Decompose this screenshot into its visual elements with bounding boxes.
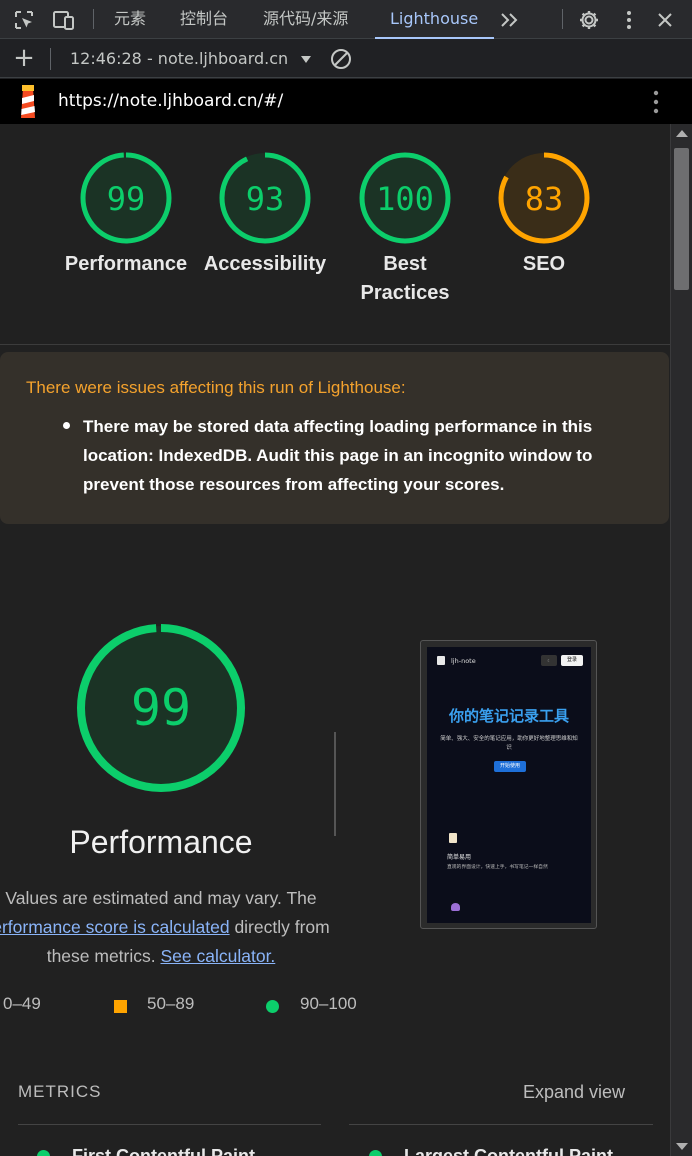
tab-elements[interactable]: 元素	[114, 0, 146, 38]
scroll-up-arrow-icon[interactable]	[676, 130, 688, 137]
see-calculator-link[interactable]: See calculator.	[161, 946, 276, 966]
score-calculated-link[interactable]: erformance score is calculated	[0, 917, 230, 937]
performance-score-large: 99	[131, 679, 191, 737]
toolbar-divider	[93, 9, 94, 29]
accessibility-label: Accessibility	[203, 253, 327, 275]
fcp-pass-icon	[37, 1150, 50, 1156]
legend-average-square-icon	[114, 1000, 127, 1013]
more-vert-icon[interactable]	[617, 8, 641, 32]
performance-desc-line1: Values are estimated and may vary. The	[5, 888, 317, 908]
clear-icon[interactable]	[330, 48, 352, 70]
warning-bullet	[63, 422, 70, 429]
accessibility-gauge-ring: 93	[219, 152, 311, 244]
gauge-best-practices[interactable]: 100 Best Practices	[340, 150, 470, 308]
inspect-element-icon[interactable]	[12, 8, 36, 32]
lcp-pass-icon	[369, 1150, 382, 1156]
metrics-divider-left	[18, 1124, 321, 1125]
legend-fail: 0–49	[3, 994, 41, 1013]
report-url[interactable]: https://note.ljhboard.cn/#/	[58, 79, 283, 124]
metric-fcp: First Contentful Paint	[72, 1146, 255, 1156]
document-icon	[449, 833, 457, 843]
performance-score: 99	[107, 180, 146, 218]
warning-title: There were issues affecting this run of …	[26, 378, 406, 397]
feature-title: 简单易用	[447, 854, 472, 861]
get-started-button: 开始使用	[494, 761, 526, 772]
theme-toggle-button: ☾	[541, 655, 557, 666]
best-practices-label: Best Practices	[340, 250, 470, 308]
performance-desc-line2: directly from	[229, 917, 330, 937]
best-practices-score: 100	[376, 180, 434, 218]
tab-console[interactable]: 控制台	[180, 0, 228, 38]
scrollbar-thumb[interactable]	[674, 148, 689, 290]
best-practices-gauge-ring: 100	[359, 152, 451, 244]
feature-desc: 直观的界面设计，快速上手，书写笔记一样自然	[447, 865, 548, 870]
toolbar-divider	[562, 9, 563, 29]
performance-title: Performance	[69, 824, 253, 860]
dropdown-arrow-icon	[301, 56, 312, 63]
seo-gauge-ring: 83	[498, 152, 590, 244]
performance-desc-line3: these metrics.	[46, 946, 161, 966]
expand-view-button[interactable]: Expand view	[523, 1082, 625, 1103]
device-toolbar-icon[interactable]	[52, 8, 76, 32]
accessibility-score: 93	[246, 180, 285, 218]
warning-box: There were issues affecting this run of …	[0, 352, 669, 524]
legend-average: 50–89	[147, 994, 195, 1013]
site-name: ljh-note	[451, 657, 476, 665]
performance-gauge-ring: 99	[80, 152, 172, 244]
seo-label: SEO	[522, 253, 566, 275]
final-screenshot[interactable]: ljh-note ☾ 登录 你的笔记记录工具 简单、强大、安全的笔记应用，助你更…	[420, 640, 597, 929]
performance-label: Performance	[64, 253, 188, 275]
scrollbar[interactable]	[670, 124, 692, 1156]
performance-gauge-ring-large: 99	[77, 624, 245, 792]
performance-gauge-large: 99	[74, 621, 248, 799]
tab-sources[interactable]: 源代码/来源	[263, 0, 348, 38]
gauge-accessibility[interactable]: 93 Accessibility	[200, 150, 330, 279]
login-button: 登录	[561, 655, 583, 666]
metrics-title: METRICS	[18, 1082, 102, 1101]
screenshot-page: ljh-note ☾ 登录 你的笔记记录工具 简单、强大、安全的笔记应用，助你更…	[427, 647, 591, 923]
tab-lighthouse[interactable]: Lighthouse	[374, 0, 495, 39]
metrics-divider-right	[349, 1124, 653, 1125]
site-logo-icon	[437, 656, 445, 665]
report-select-value: 12:46:28 - note.ljhboard.cn	[70, 49, 289, 68]
scroll-down-arrow-icon[interactable]	[676, 1143, 688, 1150]
report-menu-icon[interactable]	[646, 89, 666, 115]
legend-pass: 90–100	[300, 994, 357, 1013]
toolbar-divider	[50, 48, 51, 70]
devtools-tabbar: 元素 控制台 源代码/来源 Lighthouse	[0, 0, 692, 39]
legend-pass-circle-icon	[266, 1000, 279, 1013]
close-icon[interactable]	[653, 8, 677, 32]
seo-score: 83	[525, 180, 564, 218]
hero-subtitle: 简单、强大、安全的笔记应用，助你更好地整理思维和知识	[440, 736, 578, 751]
warning-item: There may be stored data affecting loadi…	[83, 417, 593, 494]
report-select[interactable]: 12:46:28 - note.ljhboard.cn	[70, 40, 312, 78]
report-content: 99 Performance 93 Accessibility 100 Best…	[0, 124, 670, 1156]
gauge-seo[interactable]: 83 SEO	[479, 150, 609, 279]
hero-title: 你的笔记记录工具	[448, 707, 569, 725]
more-tabs-icon[interactable]	[498, 8, 522, 32]
best-practices-label-line1: Best	[383, 253, 427, 275]
plus-icon[interactable]: +	[12, 45, 36, 71]
metric-lcp: Largest Contentful Paint	[404, 1146, 614, 1156]
feature-icon	[451, 903, 460, 911]
lighthouse-logo-icon	[14, 84, 42, 120]
settings-gear-icon[interactable]	[577, 8, 601, 32]
performance-description: Values are estimated and may vary. The e…	[0, 884, 342, 971]
report-toolbar: + 12:46:28 - note.ljhboard.cn	[0, 40, 692, 78]
section-divider	[0, 344, 670, 345]
best-practices-label-line2: Practices	[360, 282, 450, 304]
gauge-performance[interactable]: 99 Performance	[61, 150, 191, 279]
report-url-bar: https://note.ljhboard.cn/#/	[0, 79, 692, 124]
vertical-divider	[334, 732, 336, 836]
